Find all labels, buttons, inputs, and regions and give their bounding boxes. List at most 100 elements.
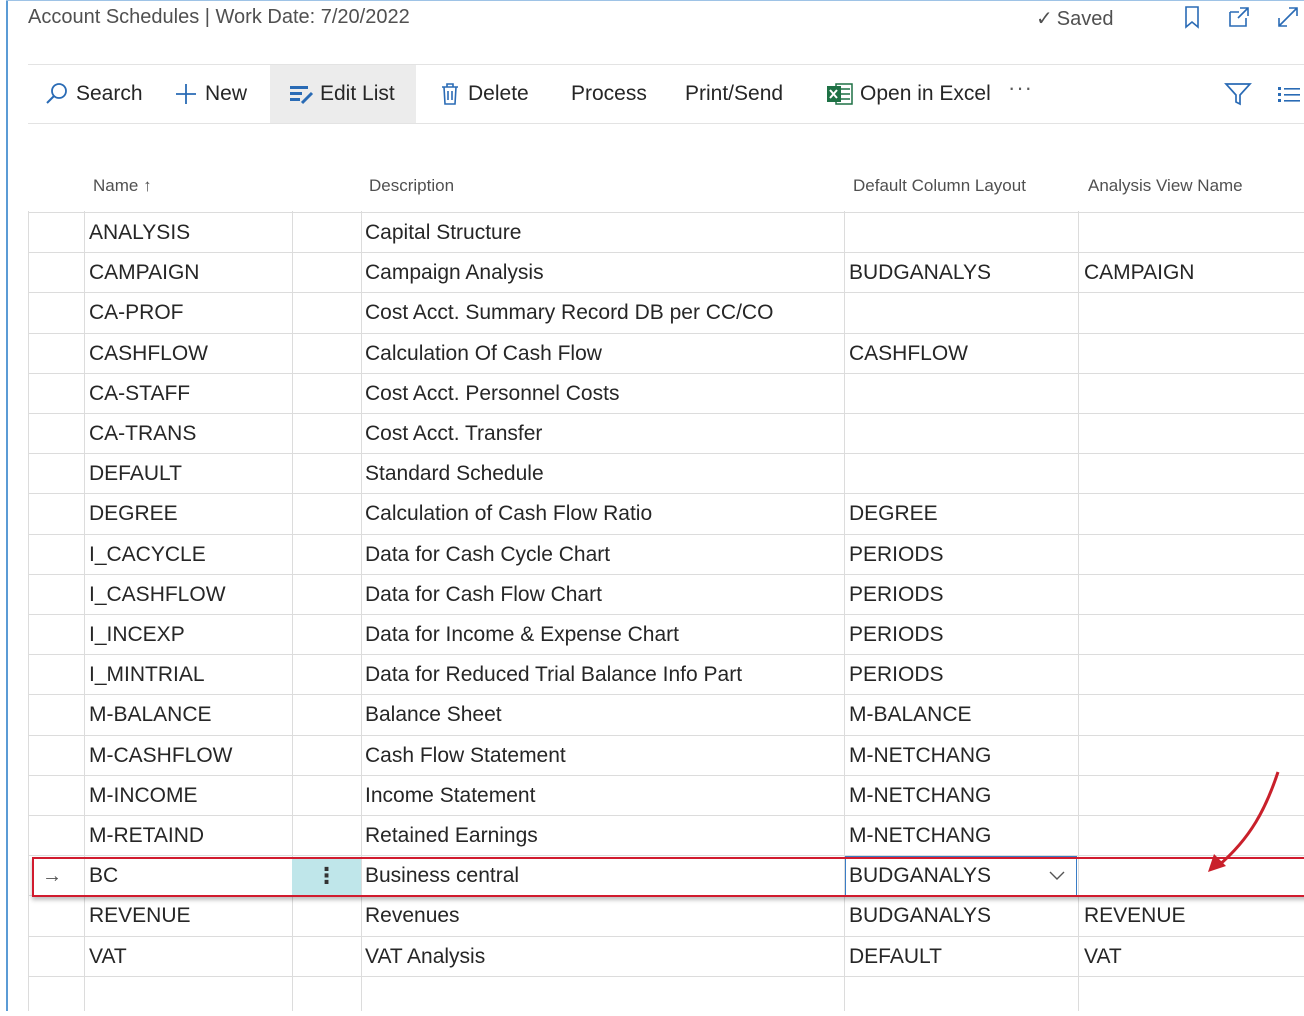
filter-icon[interactable]: [1224, 81, 1252, 107]
cell-default-column-layout[interactable]: PERIODS: [849, 535, 1074, 574]
cell-description[interactable]: Revenues: [365, 896, 840, 935]
cell-name[interactable]: I_CACYCLE: [89, 535, 289, 574]
row-actions-menu-button[interactable]: ⋮: [292, 857, 361, 895]
cell-default-column-layout[interactable]: M-NETCHANG: [849, 736, 1074, 775]
column-header-description[interactable]: Description: [369, 176, 454, 196]
cell-description[interactable]: Cash Flow Statement: [365, 736, 840, 775]
cell-default-column-layout[interactable]: BUDGANALYS: [849, 896, 1074, 935]
table-row[interactable]: M-RETAIND Retained Earnings M-NETCHANG: [28, 815, 1304, 855]
edit-list-button[interactable]: Edit List: [270, 65, 416, 123]
column-header-name[interactable]: Name ↑: [93, 176, 152, 196]
cell-description[interactable]: Standard Schedule: [365, 454, 840, 493]
cell-default-column-layout[interactable]: PERIODS: [849, 615, 1074, 654]
cell-name[interactable]: REVENUE: [89, 896, 289, 935]
cell-analysis-view-name[interactable]: [1084, 575, 1304, 614]
cell-name[interactable]: DEFAULT: [89, 454, 289, 493]
table-row[interactable]: [28, 976, 1304, 1016]
table-row[interactable]: DEFAULT Standard Schedule: [28, 453, 1304, 493]
cell-default-column-layout[interactable]: M-NETCHANG: [849, 776, 1074, 815]
table-row[interactable]: REVENUE Revenues BUDGANALYS REVENUE: [28, 895, 1304, 935]
cell-analysis-view-name[interactable]: [1084, 494, 1304, 533]
cell-name[interactable]: BC: [89, 856, 289, 895]
table-row[interactable]: M-INCOME Income Statement M-NETCHANG: [28, 775, 1304, 815]
table-row[interactable]: CAMPAIGN Campaign Analysis BUDGANALYS CAMPA…: [28, 252, 1304, 292]
cell-description[interactable]: Cost Acct. Personnel Costs: [365, 374, 840, 413]
cell-analysis-view-name[interactable]: [1084, 334, 1304, 373]
cell-name[interactable]: CA-TRANS: [89, 414, 289, 453]
cell-name[interactable]: CA-PROF: [89, 293, 289, 332]
cell-default-column-layout[interactable]: M-NETCHANG: [849, 816, 1074, 855]
cell-analysis-view-name[interactable]: [1084, 293, 1304, 332]
cell-analysis-view-name[interactable]: CAMPAIGN: [1084, 253, 1304, 292]
cell-description[interactable]: Cost Acct. Summary Record DB per CC/CO: [365, 293, 840, 332]
cell-description[interactable]: Campaign Analysis: [365, 253, 840, 292]
table-row[interactable]: I_CACYCLE Data for Cash Cycle Chart PERIOD…: [28, 534, 1304, 574]
table-row-selected[interactable]: → ⋮ BC Business central BUDGANALYS: [28, 855, 1304, 896]
cell-name[interactable]: I_INCEXP: [89, 615, 289, 654]
table-row[interactable]: I_MINTRIAL Data for Reduced Trial Balance…: [28, 654, 1304, 694]
cell-analysis-view-name[interactable]: [1084, 977, 1304, 1016]
list-view-icon[interactable]: [1276, 83, 1302, 107]
cell-analysis-view-name[interactable]: [1084, 374, 1304, 413]
cell-name[interactable]: ANALYSIS: [89, 213, 289, 252]
table-row[interactable]: M-BALANCE Balance Sheet M-BALANCE: [28, 694, 1304, 734]
cell-name[interactable]: M-CASHFLOW: [89, 736, 289, 775]
bookmark-icon[interactable]: [1180, 4, 1206, 30]
cell-description[interactable]: Business central: [365, 856, 840, 895]
cell-analysis-view-name[interactable]: [1084, 615, 1304, 654]
process-menu[interactable]: Process: [571, 65, 647, 123]
table-row[interactable]: I_INCEXP Data for Income & Expense Chart P…: [28, 614, 1304, 654]
cell-default-column-layout[interactable]: DEGREE: [849, 494, 1074, 533]
cell-description[interactable]: Cost Acct. Transfer: [365, 414, 840, 453]
cell-description[interactable]: Data for Cash Flow Chart: [365, 575, 840, 614]
cell-name[interactable]: CAMPAIGN: [89, 253, 289, 292]
cell-description[interactable]: Income Statement: [365, 776, 840, 815]
cell-name[interactable]: M-BALANCE: [89, 695, 289, 734]
open-new-window-icon[interactable]: [1226, 4, 1252, 30]
cell-analysis-view-name[interactable]: [1084, 414, 1304, 453]
cell-name[interactable]: CASHFLOW: [89, 334, 289, 373]
column-header-default-column-layout[interactable]: Default Column Layout: [853, 176, 1026, 196]
cell-name[interactable]: I_MINTRIAL: [89, 655, 289, 694]
cell-default-column-layout[interactable]: PERIODS: [849, 575, 1074, 614]
more-options-button[interactable]: ···: [1008, 75, 1033, 101]
cell-name[interactable]: M-INCOME: [89, 776, 289, 815]
cell-name[interactable]: M-RETAIND: [89, 816, 289, 855]
cell-analysis-view-name[interactable]: [1084, 655, 1304, 694]
cell-analysis-view-name[interactable]: [1084, 695, 1304, 734]
cell-description[interactable]: Calculation Of Cash Flow: [365, 334, 840, 373]
table-row[interactable]: ANALYSIS Capital Structure: [28, 212, 1304, 252]
cell-analysis-view-name[interactable]: REVENUE: [1084, 896, 1304, 935]
cell-description[interactable]: [365, 977, 840, 1016]
table-row[interactable]: DEGREE Calculation of Cash Flow Ratio DEGR…: [28, 493, 1304, 533]
column-header-analysis-view-name[interactable]: Analysis View Name: [1088, 176, 1243, 196]
cell-default-column-layout[interactable]: [849, 454, 1074, 493]
table-row[interactable]: M-CASHFLOW Cash Flow Statement M-NETCHANG: [28, 735, 1304, 775]
chevron-down-icon[interactable]: [1048, 869, 1066, 883]
cell-description[interactable]: Data for Reduced Trial Balance Info Part: [365, 655, 840, 694]
default-column-layout-dropdown[interactable]: BUDGANALYS: [845, 856, 1077, 896]
search-button[interactable]: Search: [44, 65, 143, 123]
cell-default-column-layout[interactable]: [849, 977, 1074, 1016]
cell-description[interactable]: Calculation of Cash Flow Ratio: [365, 494, 840, 533]
cell-description[interactable]: Capital Structure: [365, 213, 840, 252]
print-send-menu[interactable]: Print/Send: [685, 65, 783, 123]
cell-default-column-layout[interactable]: [849, 374, 1074, 413]
table-row[interactable]: CA-STAFF Cost Acct. Personnel Costs: [28, 373, 1304, 413]
cell-description[interactable]: Balance Sheet: [365, 695, 840, 734]
cell-default-column-layout[interactable]: PERIODS: [849, 655, 1074, 694]
cell-description[interactable]: Retained Earnings: [365, 816, 840, 855]
cell-default-column-layout[interactable]: [849, 213, 1074, 252]
table-row[interactable]: VAT VAT Analysis DEFAULT VAT: [28, 936, 1304, 976]
cell-analysis-view-name[interactable]: [1084, 454, 1304, 493]
cell-analysis-view-name[interactable]: [1084, 213, 1304, 252]
cell-name[interactable]: CA-STAFF: [89, 374, 289, 413]
cell-name[interactable]: [89, 977, 289, 1016]
cell-name[interactable]: DEGREE: [89, 494, 289, 533]
cell-description[interactable]: VAT Analysis: [365, 937, 840, 976]
cell-description[interactable]: Data for Cash Cycle Chart: [365, 535, 840, 574]
cell-default-column-layout[interactable]: M-BALANCE: [849, 695, 1074, 734]
table-row[interactable]: I_CASHFLOW Data for Cash Flow Chart PERIOD…: [28, 574, 1304, 614]
table-row[interactable]: CA-PROF Cost Acct. Summary Record DB per …: [28, 292, 1304, 332]
cell-analysis-view-name[interactable]: [1084, 535, 1304, 574]
